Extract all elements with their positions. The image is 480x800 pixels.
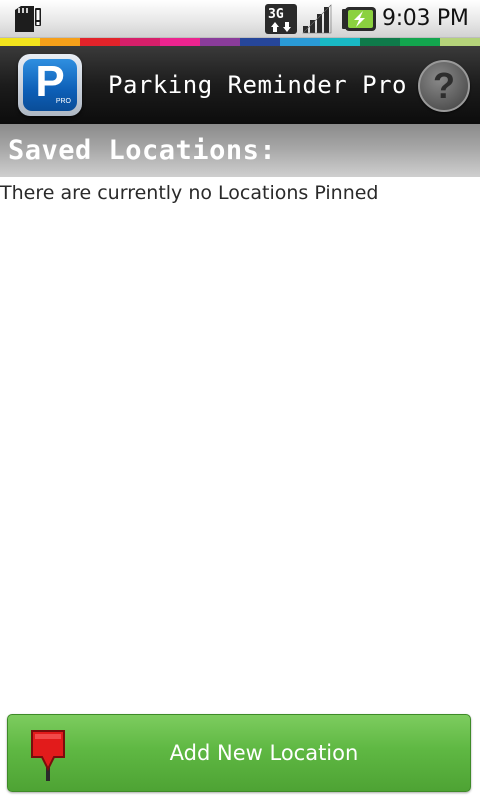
color-strip-segment: [120, 38, 160, 46]
color-strip-segment: [240, 38, 280, 46]
svg-text:3G: 3G: [268, 7, 284, 22]
sd-card-warning-icon: [15, 6, 41, 32]
status-bar: 3G 9:03 PM: [0, 0, 480, 38]
screen: 3G 9:03 PM P PRO Parking Reminder Pro ? …: [0, 0, 480, 800]
color-strip-segment: [160, 38, 200, 46]
color-strip-segment: [360, 38, 400, 46]
app-title: Parking Reminder Pro: [108, 71, 407, 99]
color-strip-segment: [320, 38, 360, 46]
color-strip-segment: [80, 38, 120, 46]
add-new-location-label: Add New Location: [169, 741, 359, 765]
color-strip-segment: [40, 38, 80, 46]
help-button[interactable]: ?: [418, 60, 470, 112]
color-strip-segment: [280, 38, 320, 46]
app-title-bar: P PRO Parking Reminder Pro ?: [0, 46, 480, 124]
color-strip-segment: [400, 38, 440, 46]
color-strip-segment: [200, 38, 240, 46]
app-logo-icon: P PRO: [18, 54, 82, 116]
color-strip-segment: [0, 38, 40, 46]
app-logo-badge: PRO: [55, 98, 71, 105]
section-title: Saved Locations:: [8, 135, 277, 166]
question-mark-icon: ?: [433, 65, 455, 106]
3g-data-icon: 3G: [265, 4, 297, 34]
red-map-pin-icon: [31, 730, 65, 781]
battery-charging-icon: [342, 7, 376, 31]
color-strip-segment: [440, 38, 480, 46]
status-time: 9:03 PM: [382, 6, 469, 31]
empty-locations-message: There are currently no Locations Pinned: [0, 182, 379, 204]
section-header: Saved Locations:: [0, 124, 480, 177]
signal-strength-icon: [302, 4, 332, 34]
add-new-location-button[interactable]: Add New Location: [7, 714, 471, 792]
color-strip: [0, 38, 480, 46]
